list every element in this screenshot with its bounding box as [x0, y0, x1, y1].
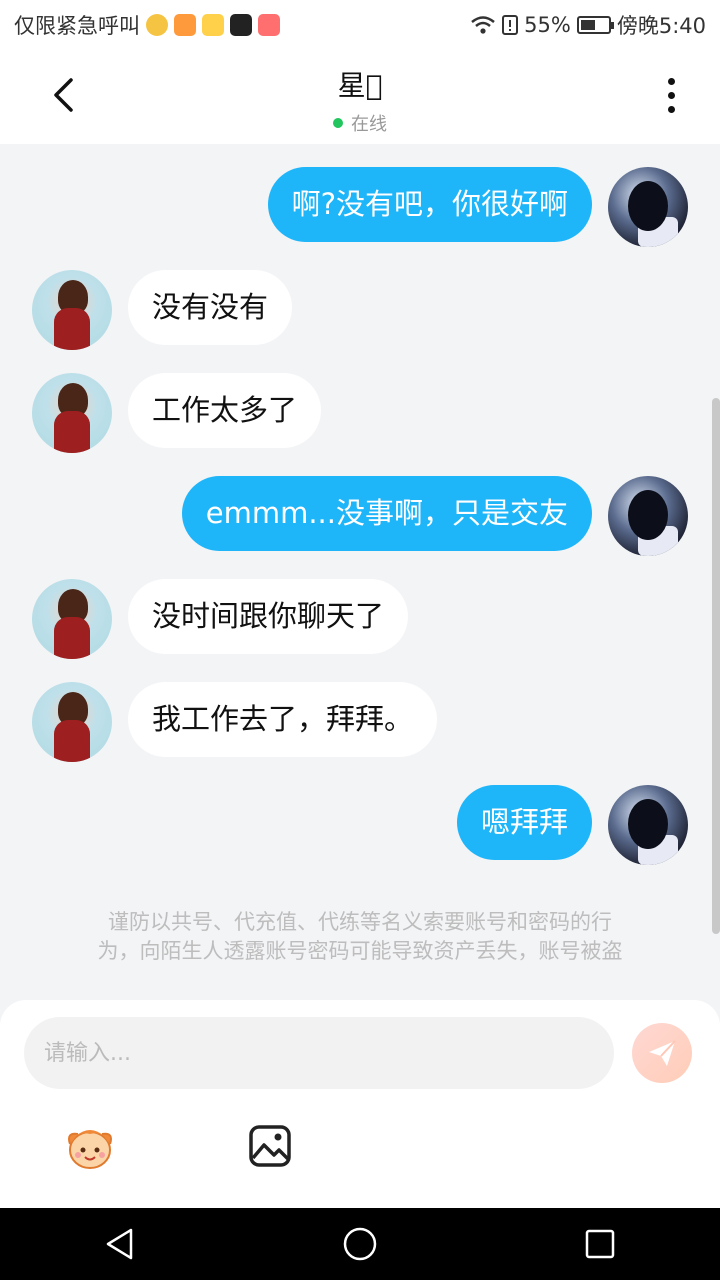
my-avatar[interactable] [608, 167, 688, 247]
video-app-icon [174, 14, 196, 36]
more-options-button[interactable] [648, 72, 694, 118]
status-bar: 仅限紧急呼叫 55% 傍晚5:40 [0, 0, 720, 50]
nav-home-button[interactable] [330, 1214, 390, 1274]
nav-home-icon [343, 1227, 377, 1261]
tiktok-icon [230, 14, 252, 36]
more-dot-icon [667, 91, 675, 99]
send-button[interactable] [632, 1023, 692, 1083]
sim-alert-icon [502, 15, 519, 35]
notice-line: 为，向陌生人透露账号密码可能导致资产丢失，账号被盗 [97, 939, 623, 963]
contact-avatar[interactable] [32, 373, 112, 453]
image-icon [249, 1125, 291, 1167]
chat-message-list[interactable]: 啊?没有吧，你很好啊 没有没有 工作太多了 emmm...没事啊，只是交友 没时… [0, 144, 720, 1000]
system-navigation-bar [0, 1208, 720, 1280]
input-panel [0, 1000, 720, 1208]
battery-icon [576, 16, 614, 34]
outgoing-message-bubble[interactable]: 啊?没有吧，你很好啊 [267, 167, 592, 242]
notice-line: 谨防以共号、代充值、代练等名义索要账号和密码的行 [108, 910, 612, 934]
my-avatar[interactable] [608, 476, 688, 556]
emoji-mascot-icon [68, 1130, 112, 1169]
nav-recents-icon [585, 1229, 615, 1259]
contact-avatar[interactable] [32, 682, 112, 762]
shop-app-icon [258, 14, 280, 36]
nav-back-icon [106, 1228, 133, 1260]
nav-back-button[interactable] [90, 1214, 150, 1274]
incoming-message-bubble[interactable]: 没有没有 [128, 270, 293, 345]
outgoing-message-bubble[interactable]: 嗯拜拜 [456, 785, 592, 860]
online-status-label: 在线 [351, 114, 387, 135]
my-avatar[interactable] [608, 785, 688, 865]
more-dot-icon [667, 105, 675, 113]
clock: 傍晚5:40 [616, 14, 706, 38]
outgoing-message-bubble[interactable]: emmm...没事啊，只是交友 [181, 476, 592, 551]
contact-avatar[interactable] [32, 270, 112, 350]
message-input[interactable] [24, 1017, 614, 1089]
more-dot-icon [667, 77, 675, 85]
chat-header: 星  在线 [0, 50, 720, 144]
carrier-text: 仅限紧急呼叫 [14, 14, 140, 38]
nav-recents-button[interactable] [570, 1214, 630, 1274]
contact-avatar[interactable] [32, 579, 112, 659]
battery-percent: 55% [524, 13, 571, 37]
security-notice: 谨防以共号、代充值、代练等名义索要账号和密码的行 为，向陌生人透露账号密码可能导… [40, 908, 680, 966]
chat-scrollbar[interactable] [712, 398, 720, 934]
gallery-app-icon [202, 14, 224, 36]
emoji-button[interactable] [62, 1122, 118, 1172]
send-icon [649, 1040, 676, 1066]
incoming-message-bubble[interactable]: 工作太多了 [128, 373, 322, 448]
image-picker-button[interactable] [248, 1124, 292, 1168]
contact-name: 星  [337, 69, 383, 102]
online-status-dot [333, 118, 343, 128]
incoming-message-bubble[interactable]: 没时间跟你聊天了 [128, 579, 409, 654]
app-notification-icon [146, 14, 168, 36]
incoming-message-bubble[interactable]: 我工作去了，拜拜。 [128, 682, 438, 757]
wifi-icon [471, 16, 495, 34]
